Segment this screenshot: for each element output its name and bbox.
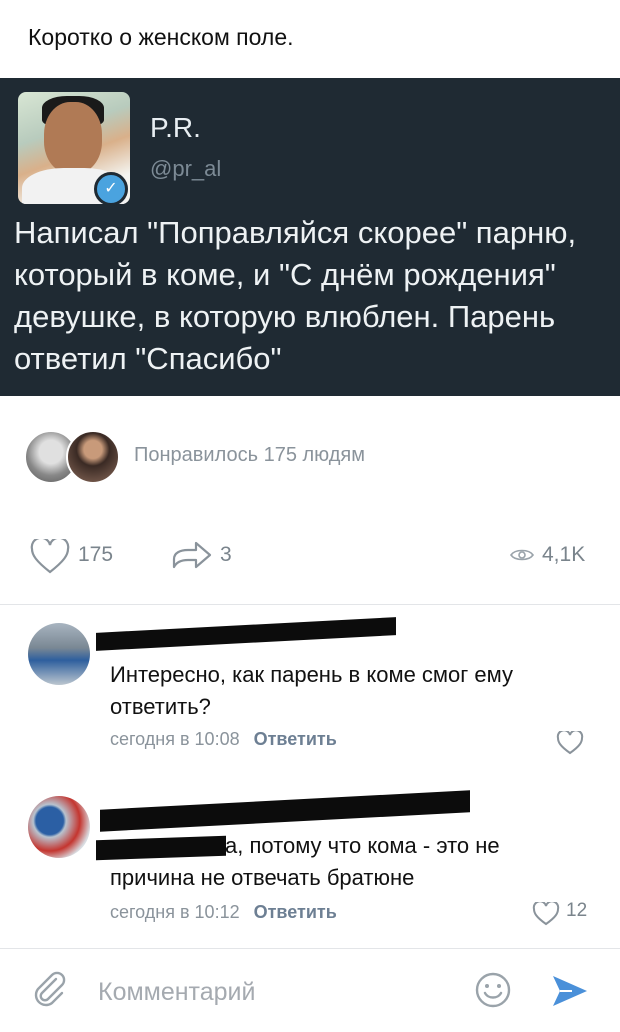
redacted-name	[100, 790, 470, 832]
post-text: Коротко о женском поле.	[28, 24, 294, 50]
comment-meta: сегодня в 10:12 Ответить	[110, 902, 337, 923]
comment-like-count: 12	[566, 900, 588, 921]
comment-composer	[0, 948, 620, 1032]
tweet-author-name: P.R.	[150, 112, 201, 143]
emoji-icon[interactable]	[474, 971, 512, 1009]
reply-button[interactable]: Ответить	[254, 902, 337, 922]
like-count: 175	[78, 543, 114, 566]
heart-icon[interactable]	[556, 731, 584, 755]
avatar[interactable]	[28, 796, 90, 858]
post-actions: 175 3 4,1K	[0, 535, 620, 575]
heart-icon[interactable]	[532, 902, 560, 926]
comment-time: сегодня в 10:08	[110, 729, 240, 749]
share-count: 3	[220, 543, 232, 566]
eye-icon	[510, 549, 534, 561]
likes-text: Понравилось 175 людям	[134, 444, 365, 466]
comment-input[interactable]	[96, 971, 400, 1013]
comment: Интересно, как парень в коме смог ему от…	[0, 605, 620, 775]
views-count: 4,1K	[542, 543, 586, 566]
share-icon[interactable]	[170, 537, 214, 573]
comment-text: Интересно, как парень в коме смог ему от…	[110, 662, 514, 719]
clip-icon[interactable]	[32, 971, 68, 1007]
send-icon[interactable]	[550, 973, 590, 1009]
tweet-body: Написал "Поправляйся скорее" парню, кото…	[14, 215, 577, 376]
comment-text: а, потому что кома - это не причина не о…	[110, 833, 500, 890]
comment: а, потому что кома - это не причина не о…	[0, 780, 620, 940]
liker-avatar	[66, 430, 120, 484]
comment-time: сегодня в 10:12	[110, 902, 240, 922]
heart-icon[interactable]	[30, 539, 70, 575]
reply-button[interactable]: Ответить	[254, 729, 337, 749]
avatar[interactable]	[28, 623, 90, 685]
redacted-name	[96, 617, 396, 651]
tweet-screenshot[interactable]: ✓ P.R. @pr_al Написал "Поправляйся скоре…	[0, 78, 620, 396]
tweet-author-handle: @pr_al	[150, 156, 222, 181]
comment-meta: сегодня в 10:08 Ответить	[110, 729, 337, 750]
verified-icon: ✓	[94, 172, 128, 206]
